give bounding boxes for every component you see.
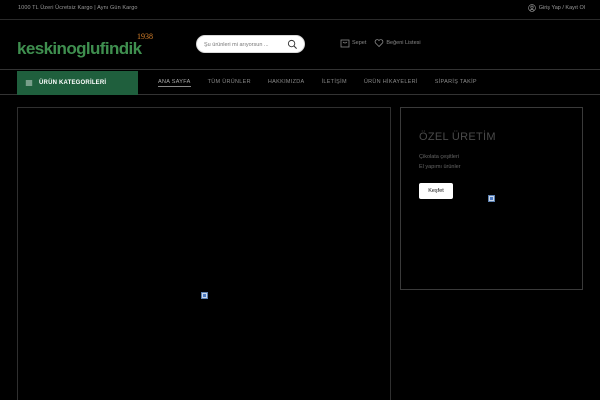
nav-link-product-stories[interactable]: ÜRÜN HİKAYELERİ [364, 79, 418, 87]
top-bar: 1000 TL Üzeri Ücretsiz Kargo | Aynı Gün … [0, 0, 600, 20]
heart-icon [375, 39, 384, 48]
login-register-link[interactable]: Giriş Yap / Kayıt Ol [527, 4, 585, 12]
hero-slider[interactable] [17, 107, 391, 400]
wishlist-label: Beğeni Listesi [386, 40, 421, 46]
search-icon[interactable] [287, 39, 298, 50]
broken-image-icon [201, 292, 208, 299]
nav-link-contact[interactable]: İLETİŞİM [322, 79, 347, 87]
site-header: 1938 keskinoglufindik Sepet Beğeni Liste… [0, 20, 600, 68]
site-logo[interactable]: 1938 keskinoglufindik [17, 29, 167, 59]
nav-link-all-products[interactable]: TÜM ÜRÜNLER [208, 79, 251, 87]
banner-subtitle-1: Çikolata çeşitleri [419, 154, 460, 160]
main-navigation: ÜRÜN KATEGORİLERİ ANA SAYFA TÜM ÜRÜNLER … [0, 69, 600, 95]
nav-links: ANA SAYFA TÜM ÜRÜNLER HAKKIMIZDA İLETİŞİ… [158, 79, 477, 87]
discover-button[interactable]: Keşfet [419, 183, 453, 199]
cart-label: Sepet [352, 40, 367, 46]
product-categories-button[interactable]: ÜRÜN KATEGORİLERİ [17, 71, 138, 95]
logo-wordmark: keskinoglufindik [17, 39, 143, 58]
cart-icon [340, 39, 350, 48]
search-input[interactable] [204, 40, 284, 50]
login-register-label: Giriş Yap / Kayıt Ol [538, 5, 585, 11]
broken-image-icon [488, 195, 495, 202]
nav-link-about[interactable]: HAKKIMIZDA [268, 79, 305, 87]
user-icon [527, 4, 536, 12]
menu-icon [25, 80, 33, 86]
search-box [196, 35, 305, 53]
nav-link-order-tracking[interactable]: SİPARİŞ TAKİP [435, 79, 477, 87]
header-actions: Sepet Beğeni Listesi [340, 38, 421, 48]
logo-graphic: 1938 keskinoglufindik [17, 32, 153, 58]
wishlist-link[interactable]: Beğeni Listesi [374, 38, 421, 48]
banner-subtitle-2: El yapımı ürünler [419, 164, 461, 170]
cart-link[interactable]: Sepet [340, 38, 366, 48]
banner-title: ÖZEL ÜRETİM [419, 131, 496, 143]
nav-link-home[interactable]: ANA SAYFA [158, 79, 191, 87]
special-production-banner: ÖZEL ÜRETİM Çikolata çeşitleri El yapımı… [400, 107, 583, 290]
shipping-promo-text: 1000 TL Üzeri Ücretsiz Kargo | Aynı Gün … [18, 5, 138, 11]
product-categories-label: ÜRÜN KATEGORİLERİ [39, 80, 107, 86]
